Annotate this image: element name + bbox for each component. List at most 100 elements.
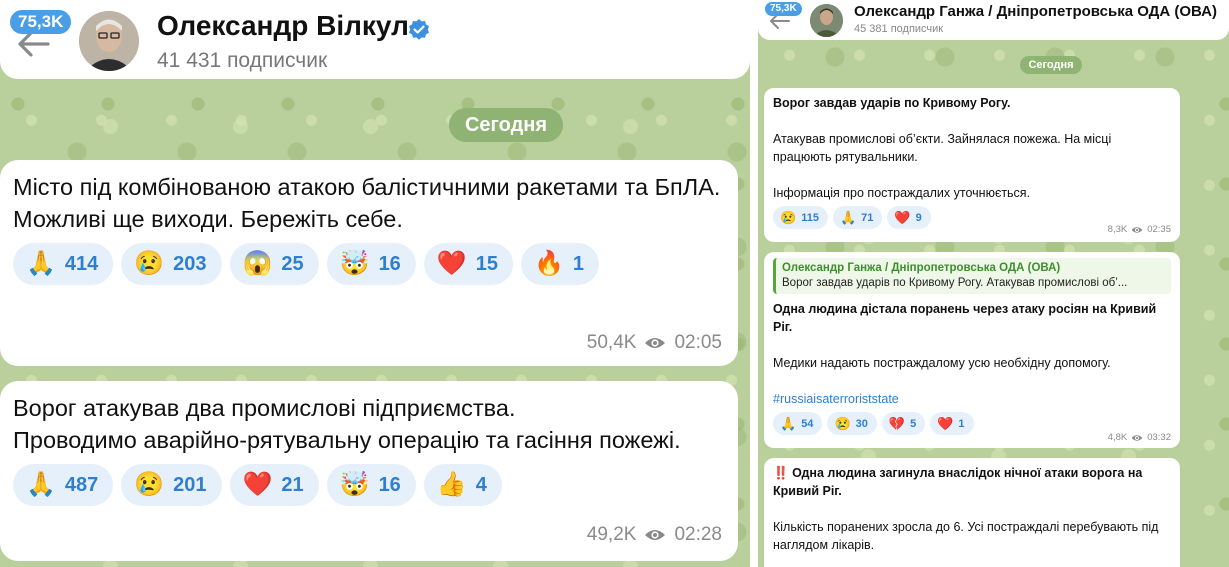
message-paragraph: Атакував промислові об’єкти. Зайнялася п… [773, 132, 1112, 164]
reaction-count: 414 [64, 252, 99, 275]
reaction-count: 16 [378, 473, 401, 496]
back-arrow-icon[interactable] [16, 30, 50, 58]
exploding-head-icon: 🤯 [339, 250, 370, 277]
crying-face-icon: 😢 [134, 471, 165, 498]
screaming-face-icon: 😱 [242, 250, 273, 277]
reaction-count: 15 [475, 252, 498, 275]
reaction-pill[interactable]: 😢 203 [121, 243, 222, 285]
reaction-pill[interactable]: ❤️ 21 [229, 464, 319, 506]
reaction-pill[interactable]: 😢 30 [827, 412, 877, 435]
date-chip: Сегодня [449, 108, 563, 142]
channel-header: 75,3K Олександр Вілкул 41 431 подписчик [0, 0, 750, 79]
message-bubble: Олександр Ганжа / Дніпропетровська ОДА (… [764, 252, 1180, 448]
reaction-pill[interactable]: 👍 4 [423, 464, 502, 506]
reaction-pill[interactable]: ❤️ 9 [887, 206, 931, 229]
reaction-pill[interactable]: 😢 115 [773, 206, 828, 229]
reaction-count: 201 [173, 473, 207, 496]
channel-header: 75,3K Олександр Ганжа / Дніпропетровська… [758, 0, 1229, 40]
message-time: 02:05 [674, 332, 722, 353]
thumbs-up-icon: 👍 [436, 471, 467, 498]
message-bubble: Місто під комбінованою атакою балістични… [0, 160, 738, 366]
reaction-pill[interactable]: 🙏 414 [13, 243, 114, 285]
reaction-count: 1 [958, 417, 965, 430]
message-time: 02:35 [1147, 224, 1171, 235]
reaction-pill[interactable]: 🔥 1 [520, 243, 599, 285]
exploding-head-icon: 🤯 [339, 471, 370, 498]
reaction-pill[interactable]: 🤯 16 [326, 243, 416, 285]
reaction-bar: 🙏 487 😢 201 ❤️ 21 🤯 16 👍 4 [13, 464, 725, 506]
folded-hands-icon: 🙏 [26, 471, 56, 498]
view-count: 8,3K [1107, 224, 1128, 235]
message-paragraph: Кількість поранених зросла до 6. Усі пос… [773, 520, 1159, 552]
reaction-pill[interactable]: 🙏 54 [773, 412, 823, 435]
heart-icon: ❤️ [937, 416, 954, 431]
message-time: 03:32 [1147, 432, 1171, 443]
reaction-count: 115 [801, 211, 819, 224]
reaction-pill[interactable]: 😢 201 [121, 464, 222, 506]
reaction-pill[interactable]: 😱 25 [229, 243, 319, 285]
heart-icon: ❤️ [436, 250, 467, 277]
view-count: 50,4K [586, 332, 637, 353]
quote-author: Олександр Ганжа / Дніпропетровська ОДА (… [782, 262, 1061, 274]
crying-face-icon: 😢 [834, 416, 851, 431]
folded-hands-icon: 🙏 [839, 210, 857, 225]
reaction-count: 25 [281, 252, 304, 275]
message-meta: 8,3K 02:35 [1108, 224, 1171, 235]
reaction-count: 54 [801, 417, 814, 430]
message-bubble: Ворог атакував два промислові підприємст… [0, 381, 738, 561]
eye-icon [1131, 434, 1143, 441]
channel-name[interactable]: Олександр Ганжа / Дніпропетровська ОДА (… [854, 3, 1217, 20]
date-chip: Сегодня [1020, 56, 1082, 74]
reaction-count: 71 [861, 211, 874, 224]
left-channel-panel: 75,3K Олександр Вілкул 41 431 подписчик … [0, 0, 750, 567]
reaction-count: 5 [910, 417, 917, 430]
message-meta: 49,2K 02:28 [587, 524, 722, 546]
message-bubble: Ворог завдав ударів по Кривому Рогу. Ата… [764, 88, 1180, 242]
avatar[interactable] [810, 4, 843, 37]
message-paragraph: Медики надають постраждалому усю необхід… [773, 356, 1111, 370]
eye-icon [645, 338, 666, 348]
fire-icon: 🔥 [533, 250, 564, 277]
folded-hands-icon: 🙏 [780, 416, 797, 431]
heart-icon: ❤️ [894, 210, 911, 225]
message-bubble: ‼️ Одна людина загинула внаслідок нічної… [764, 458, 1180, 567]
eye-icon [1131, 226, 1143, 233]
double-exclamation-icon: ‼️ [773, 466, 789, 480]
folded-hands-icon: 🙏 [26, 250, 56, 277]
reaction-count: 4 [475, 473, 487, 496]
reaction-count: 9 [915, 211, 922, 224]
reaction-count: 30 [855, 417, 868, 430]
unread-badge: 75,3K [765, 2, 802, 16]
message-meta: 4,8K 03:32 [1108, 432, 1171, 443]
reaction-count: 1 [572, 252, 584, 275]
quote-text: Ворог завдав ударів по Кривому Рогу. Ата… [782, 277, 1128, 289]
crying-face-icon: 😢 [134, 250, 165, 277]
reaction-count: 16 [378, 252, 401, 275]
broken-heart-icon: 💔 [888, 416, 906, 431]
reply-quote[interactable]: Олександр Ганжа / Дніпропетровська ОДА (… [773, 258, 1171, 294]
reaction-pill[interactable]: ❤️ 15 [423, 243, 513, 285]
message-title: ‼️ Одна людина загинула внаслідок нічної… [773, 464, 1171, 500]
reaction-pill[interactable]: 🙏 487 [13, 464, 114, 506]
reaction-count: 203 [173, 252, 207, 275]
right-channel-panel: 75,3K Олександр Ганжа / Дніпропетровська… [758, 0, 1229, 567]
view-count: 4,8K [1107, 432, 1128, 443]
message-text: Місто під комбінованою атакою балістични… [13, 174, 721, 232]
message-paragraph: Інформація про постраждалих уточнюється. [773, 186, 1031, 200]
reaction-bar: 🙏 414 😢 203 😱 25 🤯 16 ❤️ 15 🔥 1 [13, 243, 725, 285]
reaction-count: 21 [281, 473, 304, 496]
channel-name[interactable]: Олександр Вілкул [157, 10, 409, 42]
view-count: 49,2K [586, 524, 637, 545]
reaction-pill[interactable]: 🤯 16 [326, 464, 416, 506]
hashtag-link[interactable]: #russiaisaterroriststate [773, 390, 1171, 408]
message-time: 02:28 [674, 524, 722, 545]
reaction-count: 487 [64, 473, 99, 496]
crying-face-icon: 😢 [780, 210, 797, 225]
reaction-pill[interactable]: ❤️ 1 [930, 412, 974, 435]
eye-icon [645, 530, 666, 540]
reaction-pill[interactable]: 💔 5 [881, 412, 926, 435]
reaction-pill[interactable]: 🙏 71 [832, 206, 883, 229]
message-title-text: Одна людина загинула внаслідок нічної ат… [773, 466, 1143, 498]
message-meta: 50,4K 02:05 [587, 332, 722, 354]
avatar[interactable] [79, 11, 139, 71]
